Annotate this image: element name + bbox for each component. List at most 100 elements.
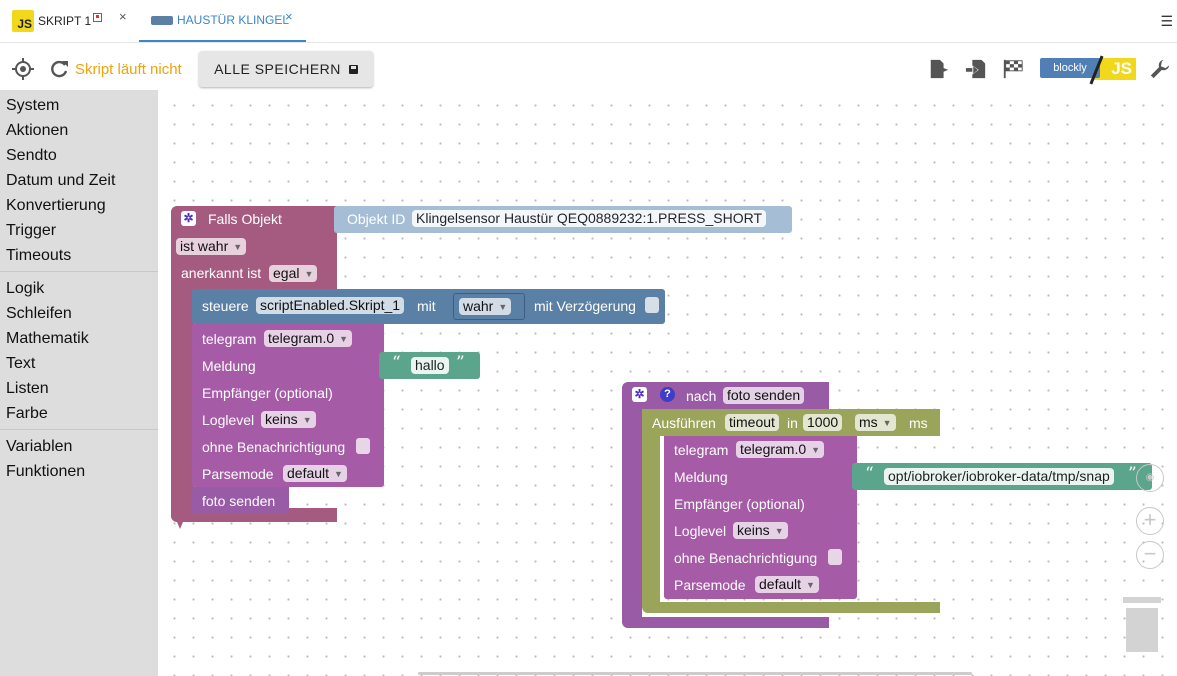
event-title: Falls Objekt [208, 211, 282, 227]
timeout-label: Ausführen [652, 415, 716, 431]
zoom-out-button[interactable]: − [1136, 541, 1164, 569]
control-delay-label: mit Verzögerung [534, 298, 636, 314]
telegram-label: telegram [202, 331, 257, 347]
boolean-value: wahr [463, 298, 494, 314]
loglevel-dropdown[interactable]: keins ▼ [261, 411, 316, 428]
function-call-label: foto senden [202, 493, 276, 509]
control-target-value: scriptEnabled.Skript_1 [260, 297, 401, 313]
tab-haustuer-klingel[interactable]: HAUSTÜR KLINGEL × [139, 0, 306, 42]
flag-icon[interactable] [1002, 58, 1024, 80]
category-logik[interactable]: Logik [0, 276, 158, 301]
silent-label: ohne Benachrichtigung [674, 550, 818, 566]
control-target-dropdown[interactable]: scriptEnabled.Skript_1 [256, 297, 405, 314]
dropdown-arrow-icon: ▼ [334, 469, 343, 479]
category-divider [0, 271, 158, 272]
category-funktionen[interactable]: Funktionen [0, 459, 158, 484]
loglevel-label: Loglevel [674, 523, 727, 539]
silent-checkbox[interactable] [828, 549, 842, 565]
loglevel-dropdown[interactable]: keins ▼ [733, 522, 788, 539]
close-tab-button[interactable]: × [285, 9, 293, 24]
dropdown-arrow-icon: ▼ [339, 334, 349, 344]
refresh-icon[interactable] [48, 58, 70, 80]
function-name-field[interactable]: foto senden [723, 387, 805, 404]
timeout-name-value: timeout [729, 414, 775, 430]
telegram-instance-dropdown[interactable]: telegram.0 ▼ [736, 441, 825, 458]
boolean-dropdown[interactable]: wahr ▼ [459, 298, 512, 315]
import-icon[interactable] [965, 58, 987, 80]
telegram-instance-value: telegram.0 [268, 330, 335, 346]
category-list: System Aktionen Sendto Datum und Zeit Ko… [0, 93, 158, 484]
message-text[interactable]: opt/iobroker/iobroker-data/tmp/snap [884, 468, 1114, 485]
export-icon[interactable] [928, 58, 950, 80]
locate-icon[interactable] [12, 58, 34, 80]
block-category-sidebar: System Aktionen Sendto Datum und Zeit Ko… [0, 90, 158, 676]
gear-icon[interactable]: ✲ [632, 387, 647, 402]
gear-icon[interactable]: ✲ [181, 211, 196, 226]
delay-checkbox[interactable] [645, 297, 659, 313]
category-schleifen[interactable]: Schleifen [0, 301, 158, 326]
timeout-name-field[interactable]: timeout [725, 414, 779, 431]
wrench-icon[interactable] [1149, 58, 1171, 80]
message-label: Meldung [674, 469, 728, 485]
ack-value: egal [273, 265, 300, 281]
dropdown-arrow-icon: ▼ [811, 445, 821, 455]
message-text[interactable]: hallo [411, 357, 449, 374]
horizontal-scrollbar[interactable] [418, 672, 972, 675]
category-sendto[interactable]: Sendto [0, 143, 158, 168]
control-label: steuere [202, 298, 249, 314]
dropdown-arrow-icon: ▼ [806, 580, 815, 590]
category-aktionen[interactable]: Aktionen [0, 118, 158, 143]
category-system[interactable]: System [0, 93, 158, 118]
close-quote-icon: ” [456, 353, 465, 373]
category-mathematik[interactable]: Mathematik [0, 326, 158, 351]
category-konvertierung[interactable]: Konvertierung [0, 193, 158, 218]
silent-label: ohne Benachrichtigung [202, 439, 346, 455]
timeout-value-field[interactable]: 1000 [803, 414, 843, 431]
category-listen[interactable]: Listen [0, 376, 158, 401]
category-text[interactable]: Text [0, 351, 158, 376]
trash-lid [1123, 597, 1161, 603]
category-timeouts[interactable]: Timeouts [0, 243, 158, 268]
close-tab-button[interactable]: × [119, 9, 127, 24]
recenter-icon[interactable]: ◉ [1136, 464, 1164, 492]
timeout-unit-dropdown[interactable]: ms ▼ [855, 414, 896, 431]
telegram-block[interactable] [192, 324, 384, 487]
parsemode-dropdown[interactable]: default ▼ [755, 576, 819, 593]
dropdown-arrow-icon: ▼ [302, 415, 312, 425]
recipient-label: Empfänger (optional) [202, 385, 333, 401]
zoom-in-button[interactable]: + [1136, 507, 1164, 535]
stop-indicator-icon [93, 12, 103, 22]
telegram-block[interactable] [664, 436, 857, 599]
object-id-value[interactable]: Klingelsensor Haustür QEQ0889232:1.PRESS… [412, 210, 767, 227]
telegram-instance-dropdown[interactable]: telegram.0 ▼ [264, 330, 353, 347]
save-all-label: ALLE SPEICHERN [214, 61, 341, 77]
category-variablen[interactable]: Variablen [0, 434, 158, 459]
message-label: Meldung [202, 358, 256, 374]
loglevel-value: keins [265, 411, 298, 427]
condition-dropdown[interactable]: ist wahr ▼ [176, 238, 247, 255]
loglevel-value: keins [737, 522, 770, 538]
help-icon[interactable]: ? [660, 387, 675, 402]
dropdown-arrow-icon: ▼ [233, 242, 243, 252]
open-quote-icon: “ [865, 464, 874, 484]
category-trigger[interactable]: Trigger [0, 218, 158, 243]
parsemode-value: default [759, 576, 802, 592]
tab-skript-1[interactable]: JS SKRIPT 1 × [0, 0, 139, 42]
parsemode-label: Parsemode [202, 466, 274, 482]
parsemode-dropdown[interactable]: default ▼ [283, 465, 347, 482]
dropdown-arrow-icon: ▼ [774, 526, 784, 536]
open-quote-icon: “ [392, 353, 401, 373]
category-datum-und-zeit[interactable]: Datum und Zeit [0, 168, 158, 193]
blockly-to-js-button[interactable]: JS blockly [1040, 55, 1136, 85]
control-with-label: mit [417, 298, 436, 314]
ack-label: anerkannt ist [181, 265, 262, 281]
trash-icon[interactable] [1123, 597, 1161, 653]
save-all-button[interactable]: ALLE SPEICHERN [199, 51, 373, 87]
menu-icon[interactable]: ☰ [1160, 13, 1173, 30]
silent-checkbox[interactable] [356, 438, 370, 454]
ack-dropdown[interactable]: egal ▼ [269, 265, 318, 282]
script-status: Skript läuft nicht [75, 61, 182, 78]
object-id-label: Objekt ID [347, 211, 406, 227]
function-name-value: foto senden [727, 387, 801, 403]
category-farbe[interactable]: Farbe [0, 401, 158, 426]
